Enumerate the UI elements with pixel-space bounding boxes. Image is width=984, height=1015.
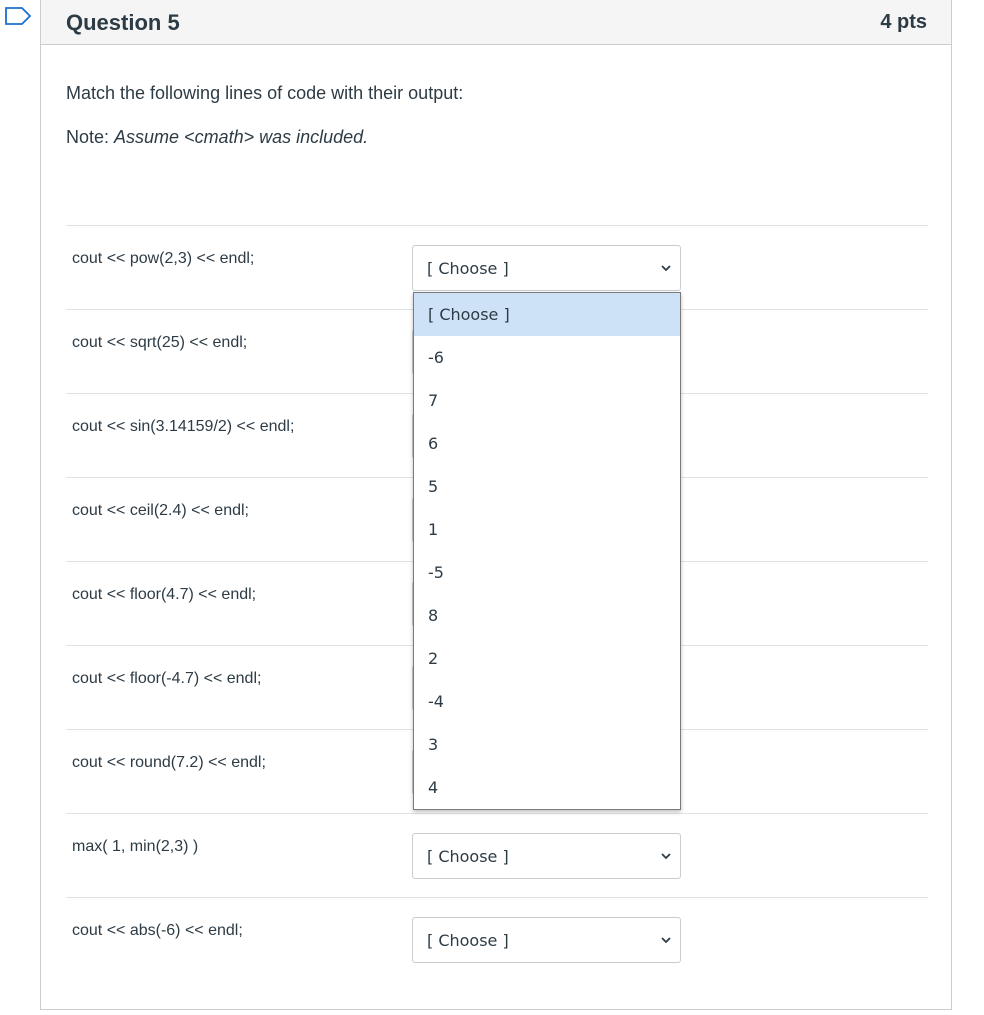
question-points: 4 pts bbox=[880, 11, 927, 33]
question-title: Question 5 bbox=[66, 9, 180, 35]
code-line-label: cout << abs(-6) << endl; bbox=[72, 922, 243, 939]
answer-dropdown-list[interactable]: [ Choose ] -6 7 6 5 1 -5 8 2 -4 3 4 bbox=[413, 292, 681, 810]
dropdown-option[interactable]: 4 bbox=[414, 766, 680, 809]
code-line-label: cout << floor(4.7) << endl; bbox=[72, 586, 257, 603]
dropdown-option[interactable]: 5 bbox=[414, 465, 680, 508]
dropdown-option[interactable]: 2 bbox=[414, 637, 680, 680]
flag-question-icon[interactable] bbox=[4, 6, 32, 26]
question-note: Note: Assume <cmath> was included. bbox=[66, 127, 368, 148]
answer-select[interactable]: [ Choose ] bbox=[412, 245, 681, 291]
dropdown-option[interactable]: 3 bbox=[414, 723, 680, 766]
dropdown-option[interactable]: -6 bbox=[414, 336, 680, 379]
code-line-label: cout << pow(2,3) << endl; bbox=[72, 250, 255, 267]
question-prompt: Match the following lines of code with t… bbox=[66, 83, 464, 103]
answer-select-value: [ Choose ] bbox=[427, 258, 509, 278]
dropdown-option[interactable]: 1 bbox=[414, 508, 680, 551]
dropdown-option[interactable]: [ Choose ] bbox=[414, 293, 680, 336]
answer-select-value: [ Choose ] bbox=[427, 930, 509, 950]
dropdown-option[interactable]: 6 bbox=[414, 422, 680, 465]
dropdown-option[interactable]: -5 bbox=[414, 551, 680, 594]
chevron-down-icon bbox=[661, 853, 671, 860]
answer-select-value: [ Choose ] bbox=[427, 846, 509, 866]
question-header: Question 5 4 pts bbox=[41, 0, 951, 45]
code-line-label: cout << round(7.2) << endl; bbox=[72, 754, 266, 771]
note-label: Note: bbox=[66, 127, 115, 147]
code-line-label: max( 1, min(2,3) ) bbox=[72, 838, 199, 855]
chevron-down-icon bbox=[661, 937, 671, 944]
match-row: max( 1, min(2,3) ) [ Choose ] bbox=[66, 813, 928, 897]
answer-select[interactable]: [ Choose ] bbox=[412, 917, 681, 963]
match-row: cout << abs(-6) << endl; [ Choose ] bbox=[66, 897, 928, 981]
dropdown-option[interactable]: 8 bbox=[414, 594, 680, 637]
code-line-label: cout << ceil(2.4) << endl; bbox=[72, 502, 249, 519]
dropdown-option[interactable]: -4 bbox=[414, 680, 680, 723]
code-line-label: cout << sin(3.14159/2) << endl; bbox=[72, 418, 295, 435]
chevron-down-icon bbox=[661, 265, 671, 272]
code-line-label: cout << floor(-4.7) << endl; bbox=[72, 670, 262, 687]
note-text: Assume <cmath> was included. bbox=[114, 127, 369, 147]
code-line-label: cout << sqrt(25) << endl; bbox=[72, 334, 248, 351]
dropdown-option[interactable]: 7 bbox=[414, 379, 680, 422]
answer-select[interactable]: [ Choose ] bbox=[412, 833, 681, 879]
